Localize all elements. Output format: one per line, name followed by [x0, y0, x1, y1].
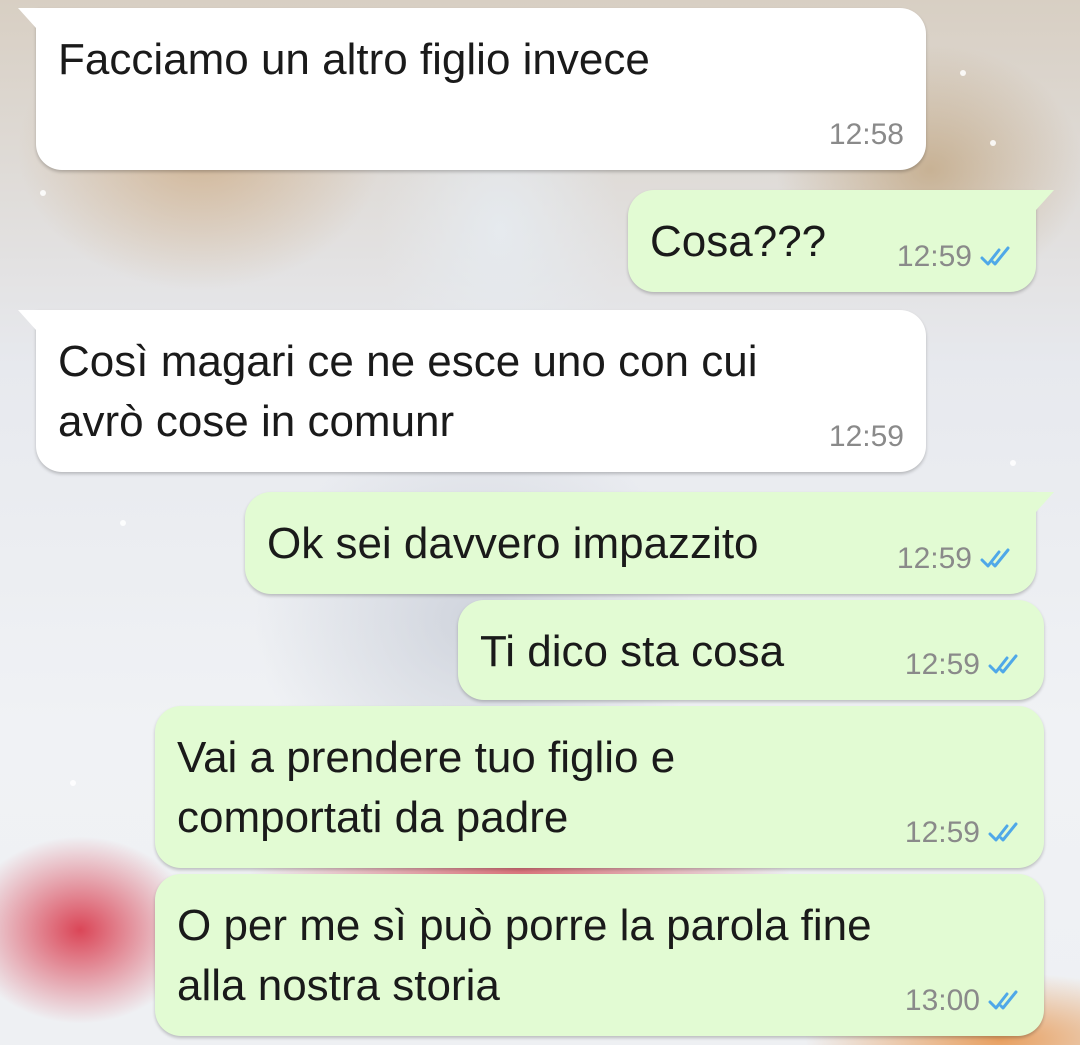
bubble-tail — [1036, 190, 1054, 210]
read-double-check-icon — [988, 990, 1018, 1010]
message-meta: 12:59 — [829, 420, 904, 454]
message-time: 13:00 — [904, 984, 980, 1017]
incoming-message-bubble[interactable]: Così magari ce ne esce uno con cui avrò … — [18, 310, 926, 472]
bubble-tail — [1036, 492, 1054, 512]
message-text: O per me sì può porre la parola fine all… — [177, 901, 872, 1010]
message-time: 12:58 — [828, 118, 904, 151]
outgoing-message-bubble[interactable]: Cosa??? 12:59 — [628, 190, 1054, 292]
read-double-check-icon — [980, 548, 1010, 568]
message-meta: 12:59 — [897, 542, 1014, 576]
read-double-check-icon — [988, 654, 1018, 674]
read-double-check-icon — [980, 246, 1010, 266]
wallpaper-sparkle — [990, 140, 996, 146]
message-text: Ti dico sta cosa — [480, 627, 785, 676]
message-meta: 12:59 — [905, 816, 1022, 850]
message-text: Così magari ce ne esce uno con cui avrò … — [58, 337, 758, 446]
outgoing-message-bubble[interactable]: O per me sì può porre la parola fine all… — [155, 874, 1044, 1036]
outgoing-message-bubble[interactable]: Ti dico sta cosa 12:59 — [458, 600, 1044, 700]
message-meta: 12:59 — [897, 240, 1014, 274]
message-text: Vai a prendere tuo figlio e comportati d… — [177, 733, 676, 842]
message-time: 12:59 — [904, 648, 980, 681]
wallpaper-sparkle — [1010, 460, 1016, 466]
wallpaper-sparkle — [960, 70, 966, 76]
bubble-tail — [18, 8, 36, 28]
outgoing-message-bubble[interactable]: Ok sei davvero impazzito 12:59 — [245, 492, 1054, 594]
message-time: 12:59 — [896, 542, 972, 575]
message-meta: 12:58 — [829, 118, 904, 152]
message-meta: 12:59 — [905, 648, 1022, 682]
message-text: Ok sei davvero impazzito — [267, 519, 759, 568]
message-text: Cosa??? — [650, 217, 827, 266]
wallpaper-sparkle — [70, 780, 76, 786]
message-text: Facciamo un altro figlio invece — [58, 35, 650, 84]
message-time: 12:59 — [896, 240, 972, 273]
wallpaper-sparkle — [40, 190, 46, 196]
bubble-tail — [18, 310, 36, 330]
read-double-check-icon — [988, 822, 1018, 842]
message-time: 12:59 — [828, 420, 904, 453]
outgoing-message-bubble[interactable]: Vai a prendere tuo figlio e comportati d… — [155, 706, 1044, 868]
incoming-message-bubble[interactable]: Facciamo un altro figlio invece 12:58 — [18, 8, 926, 170]
message-time: 12:59 — [904, 816, 980, 849]
wallpaper-sparkle — [120, 520, 126, 526]
message-meta: 13:00 — [905, 984, 1022, 1018]
